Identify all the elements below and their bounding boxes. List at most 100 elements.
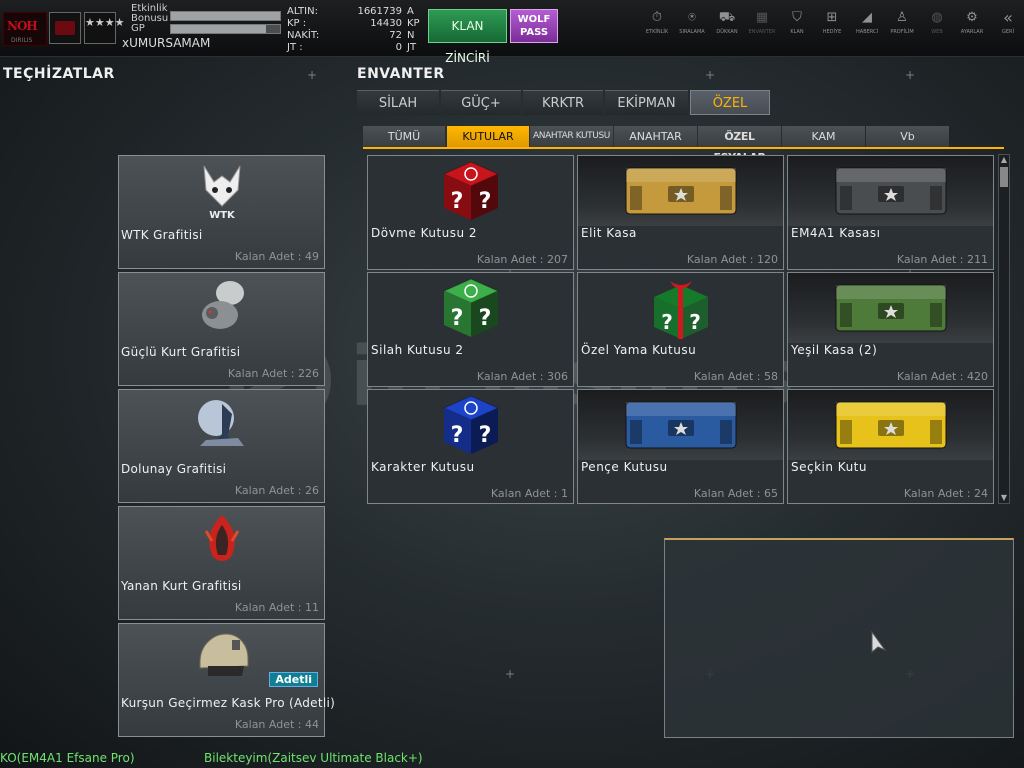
currency-label: KP : [287,18,307,29]
inventory-card[interactable]: ? ? Özel Yama Kutusu Kalan Adet : 58 [577,272,784,387]
equipment-count: Kalan Adet : 44 [234,718,319,731]
menu-user[interactable]: ♙ PROFİLİM [884,10,920,36]
ticker-right: Bilekteyim(Zaitsev Ultimate Black+) [204,751,423,765]
wolf-pass-button[interactable]: WOLF PASS [510,9,558,43]
top-bar: NOH DIRILIS ★★★★ Etkinlik Bonusu GP xUMU… [0,0,1024,65]
item-detail-panel [664,538,1014,738]
item-image: ? ? [368,390,573,460]
item-name: Seçkin Kutu [791,460,867,474]
item-image: ? ? [368,273,573,343]
inventory-title: ENVANTER [357,66,445,82]
inventory-scrollbar[interactable]: ▲ ▼ [998,154,1010,504]
item-name: Yeşil Kasa (2) [791,343,878,357]
item-image [788,390,993,460]
equipment-name: WTK Grafitisi [121,228,203,242]
back-icon: « [1003,8,1013,27]
item-image [788,273,993,343]
clan-logo-text: NOH [7,19,38,33]
equipment-card[interactable]: Dolunay Grafitisi Kalan Adet : 26 [118,389,325,503]
item-count: Kalan Adet : 65 [693,487,778,500]
clan-emblem[interactable] [49,12,81,44]
menu-globe[interactable]: ◍ WEB [919,10,955,36]
menu-medal[interactable]: ⍟ SIRALAMA [674,10,710,36]
filter-0[interactable]: TÜMÜ [363,126,445,147]
item-image: ? ? [368,156,573,226]
rank-stars-icon[interactable]: ★★★★ [84,12,124,44]
equipment-card[interactable]: Kurşun Geçirmez Kask Pro (Adetli) Kalan A… [118,623,335,737]
currency-value: 0 [395,42,402,53]
mouse-cursor-icon [871,630,887,654]
filter-1[interactable]: KUTULAR [447,126,529,147]
gp-label: GP [131,23,145,34]
svg-text:?: ? [450,189,463,214]
currency-value: 14430 [370,18,402,29]
item-name: Pençe Kutusu [581,460,668,474]
menu-gear[interactable]: ⚙ AYARLAR [954,10,990,36]
item-image [578,390,783,460]
menu-back[interactable]: « GERİ [990,10,1024,36]
item-name: Karakter Kutusu [371,460,475,474]
stopwatch-icon: ⏱ [651,10,663,25]
menu-label: SIRALAMA [679,29,705,35]
item-count: Kalan Adet : 58 [693,370,778,383]
item-name: EM4A1 Kasası [791,226,881,240]
scroll-up-icon[interactable]: ▲ [1000,156,1008,164]
filter-3[interactable]: ANAHTAR [614,126,697,147]
svg-text:?: ? [689,310,701,334]
inventory-card[interactable]: ? ? Dövme Kutusu 2 Kalan Adet : 207 [367,155,574,270]
clan-logo: NOH DIRILIS [3,12,47,46]
equipment-thumbnail [189,628,255,688]
menu-label: ETKİNLİK [645,29,669,35]
megaphone-icon: ◢ [862,10,872,25]
tab-0[interactable]: SİLAH [357,90,439,115]
inventory-card[interactable]: Pençe Kutusu Kalan Adet : 65 [577,389,784,504]
item-image [788,156,993,226]
menu-gift[interactable]: ⊞ HEDİYE [814,10,850,36]
shield-icon: ⛉ [792,10,802,25]
menu-megaphone[interactable]: ◢ HABERCİ [849,10,885,36]
inventory-card[interactable]: ? ? Karakter Kutusu Kalan Adet : 1 [367,389,574,504]
menu-cart[interactable]: ⛟ DÜKKAN [709,10,745,36]
filter-5[interactable]: KAM [782,126,865,147]
tab-1[interactable]: GÜÇ+ [441,90,521,115]
equipment-card[interactable]: WTK WTK Grafitisi Kalan Adet : 49 [118,155,325,269]
inventory-card[interactable]: Elit Kasa Kalan Adet : 120 [577,155,784,270]
scroll-thumb[interactable] [1000,167,1008,187]
svg-text:?: ? [478,189,491,214]
tab-4[interactable]: ÖZEL [690,90,770,115]
currency-unit: JT [407,42,417,53]
filter-2[interactable]: ANAHTAR KUTUSU [530,126,613,147]
menu-label: DÜKKAN [716,29,738,35]
equipment-thumbnail [189,394,255,454]
item-count: Kalan Adet : 1 [490,487,568,500]
menu-shield[interactable]: ⛉ KLAN [779,10,815,36]
menu-label: ENVANTER [748,29,776,35]
equipment-card[interactable]: Güçlü Kurt Grafitisi Kalan Adet : 226 [118,272,325,386]
item-count: Kalan Adet : 120 [686,253,778,266]
svg-text:?: ? [478,306,491,331]
item-name: Özel Yama Kutusu [581,343,697,357]
item-image: ? ? [578,273,783,343]
item-image [578,156,783,226]
tab-3[interactable]: EKİPMAN [605,90,688,115]
equipment-name: Güçlü Kurt Grafitisi [121,345,241,359]
filter-6[interactable]: Vb [866,126,949,147]
inventory-card[interactable]: Yeşil Kasa (2) Kalan Adet : 420 [787,272,994,387]
filter-4[interactable]: ÖZEL EŞYALAR [698,126,781,164]
menu-stopwatch[interactable]: ⏱ ETKİNLİK [639,10,675,36]
scroll-down-icon[interactable]: ▼ [1000,494,1008,502]
currency-label: ALTIN: [287,6,318,17]
menu-label: HEDİYE [822,29,842,35]
menu-inventory[interactable]: ▦ ENVANTER [744,10,780,36]
tab-2[interactable]: KRKTR [523,90,603,115]
item-count: Kalan Adet : 211 [896,253,988,266]
gift-icon: ⊞ [826,10,838,25]
clan-chain-button[interactable]: KLAN ZİNCİRİ [428,9,507,65]
menu-label: HABERCİ [856,29,878,35]
inventory-icon: ▦ [755,10,769,25]
gear-icon: ⚙ [966,10,978,25]
equipment-card[interactable]: Yanan Kurt Grafitisi Kalan Adet : 11 [118,506,325,620]
inventory-card[interactable]: Seçkin Kutu Kalan Adet : 24 [787,389,994,504]
inventory-card[interactable]: ? ? Silah Kutusu 2 Kalan Adet : 306 [367,272,574,387]
inventory-card[interactable]: EM4A1 Kasası Kalan Adet : 211 [787,155,994,270]
